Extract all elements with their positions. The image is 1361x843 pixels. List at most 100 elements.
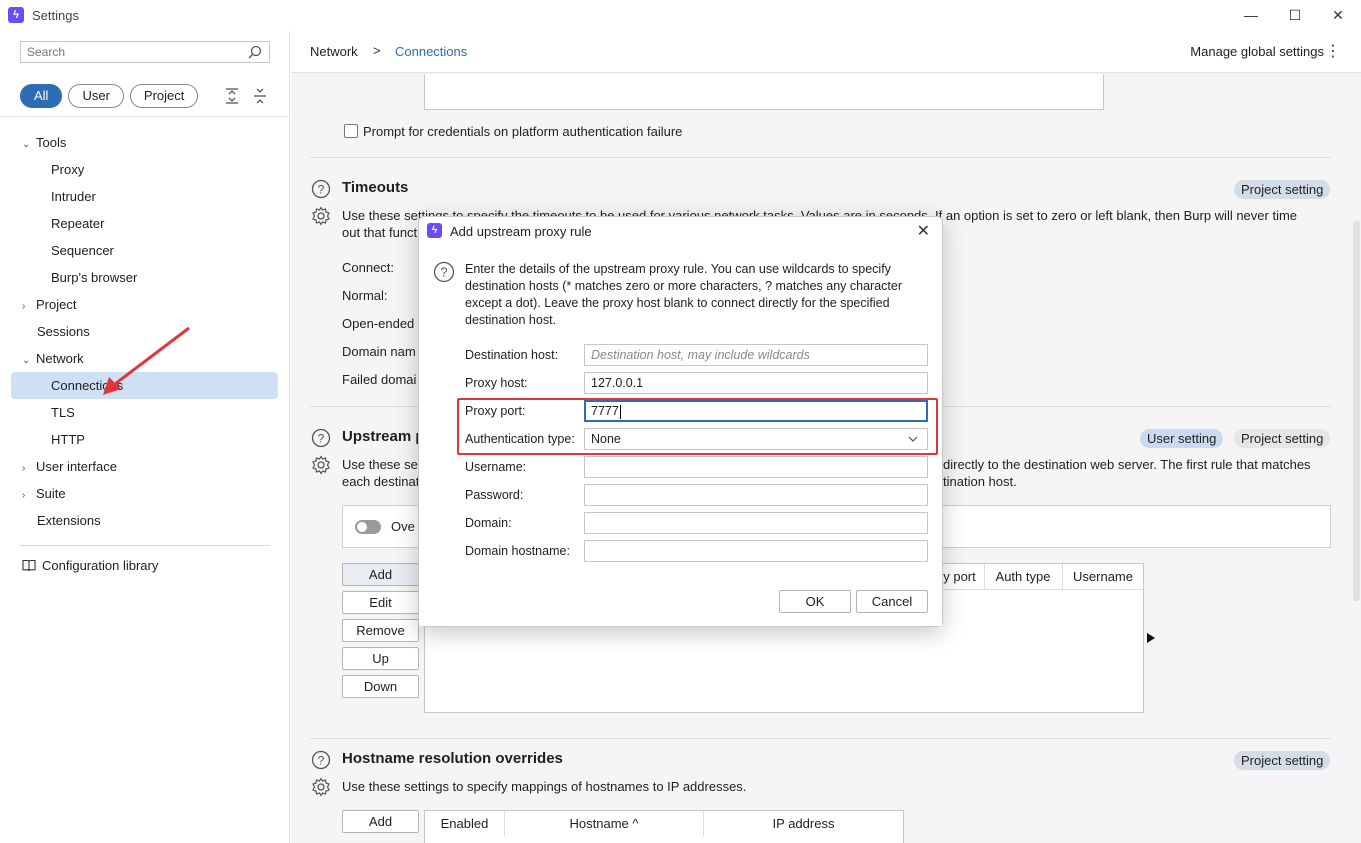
book-icon xyxy=(22,559,36,572)
override-toggle[interactable] xyxy=(355,520,381,534)
dialog-title-bar: ϟ Add upstream proxy rule ✕ xyxy=(419,217,942,245)
tree-item-extensions[interactable]: Extensions xyxy=(37,507,101,534)
filter-all-button[interactable]: All xyxy=(20,84,63,108)
dialog-close-button[interactable]: ✕ xyxy=(917,221,930,241)
upstream-description-left-1: Use these set xyxy=(342,457,422,472)
tree-item-tls[interactable]: TLS xyxy=(51,399,75,426)
tree-item-proxy[interactable]: Proxy xyxy=(51,156,84,183)
tree-item-burps-browser[interactable]: Burp's browser xyxy=(51,264,137,291)
upstream-description-left-2: each destinat xyxy=(342,474,420,489)
scope-filter-group: All User Project xyxy=(20,84,199,108)
section-divider xyxy=(310,738,1331,739)
table-header-enabled[interactable]: Enabled xyxy=(425,811,505,836)
domain-input[interactable] xyxy=(584,512,928,534)
table-header-hostname[interactable]: Hostname ^ xyxy=(505,811,704,836)
settings-sidebar: All User Project ⌄Tools Proxy Intruder R… xyxy=(0,31,290,843)
project-setting-badge: Project setting xyxy=(1234,180,1331,199)
tree-item-user-interface[interactable]: › User interface xyxy=(22,453,117,480)
help-icon[interactable]: ? xyxy=(311,428,331,448)
project-setting-badge: Project setting xyxy=(1234,429,1331,448)
vertical-scrollbar[interactable] xyxy=(1353,221,1360,601)
table-header-auth-type[interactable]: Auth type xyxy=(984,564,1063,589)
minimize-button[interactable]: — xyxy=(1236,4,1266,26)
collapse-all-icon[interactable] xyxy=(251,86,269,106)
timeouts-description-line2: out that funct xyxy=(342,225,418,240)
tree-item-repeater[interactable]: Repeater xyxy=(51,210,104,237)
upstream-up-button[interactable]: Up xyxy=(342,647,419,670)
destination-host-input[interactable]: Destination host, may include wildcards xyxy=(584,344,928,366)
project-setting-badge: Project setting xyxy=(1234,751,1331,770)
tree-item-tools[interactable]: ⌄ Tools xyxy=(22,129,66,156)
filter-project-button[interactable]: Project xyxy=(129,84,199,108)
table-header-username[interactable]: Username xyxy=(1063,564,1143,589)
upstream-proxy-title: Upstream p xyxy=(342,428,425,445)
upstream-remove-button[interactable]: Remove xyxy=(342,619,419,642)
authentication-type-select[interactable]: None xyxy=(584,428,928,450)
prompt-credentials-checkbox[interactable] xyxy=(344,124,358,138)
table-header-ip-address[interactable]: IP address xyxy=(704,811,903,836)
manage-global-settings-link[interactable]: Manage global settings xyxy=(1190,44,1324,59)
cancel-button[interactable]: Cancel xyxy=(856,590,928,613)
search-icon[interactable] xyxy=(247,44,263,60)
close-window-button[interactable]: ✕ xyxy=(1323,4,1353,26)
hostname-overrides-description: Use these settings to specify mappings o… xyxy=(342,779,747,794)
tree-item-intruder[interactable]: Intruder xyxy=(51,183,96,210)
user-setting-badge: User setting xyxy=(1140,429,1224,448)
gear-icon[interactable] xyxy=(311,206,331,226)
breadcrumb-connections: Connections xyxy=(395,44,468,59)
tree-item-suite[interactable]: › Suite xyxy=(22,480,66,507)
help-icon[interactable]: ? xyxy=(311,179,331,199)
username-input[interactable] xyxy=(584,456,928,478)
password-input[interactable] xyxy=(584,484,928,506)
upstream-edit-button[interactable]: Edit xyxy=(342,591,419,614)
hostname-overrides-table[interactable]: Enabled Hostname ^ IP address xyxy=(424,810,904,843)
title-bar: ϟ Settings — ☐ ✕ xyxy=(0,0,1361,31)
chevron-right-icon: › xyxy=(22,301,26,312)
more-options-icon[interactable]: ⋮ xyxy=(1325,41,1341,61)
svg-text:?: ? xyxy=(440,265,447,280)
search-input[interactable] xyxy=(21,42,241,62)
burp-app-icon: ϟ xyxy=(8,7,24,23)
red-annotation-arrow xyxy=(103,326,190,395)
upstream-description-right-1: directly to the destination web server. … xyxy=(943,457,1311,472)
add-upstream-proxy-rule-dialog: ϟ Add upstream proxy rule ✕ ? Enter the … xyxy=(418,216,943,627)
authentication-type-value: None xyxy=(591,432,621,446)
ok-button[interactable]: OK xyxy=(779,590,851,613)
text-area[interactable] xyxy=(424,74,1104,110)
help-icon[interactable]: ? xyxy=(311,750,331,770)
dialog-description: Enter the details of the upstream proxy … xyxy=(465,262,902,327)
filter-user-button[interactable]: User xyxy=(68,84,124,108)
hostname-add-button[interactable]: Add xyxy=(342,810,419,833)
svg-text:?: ? xyxy=(318,183,325,197)
sidebar-divider xyxy=(20,545,270,546)
domain-hostname-input[interactable] xyxy=(584,540,928,562)
tree-item-http[interactable]: HTTP xyxy=(51,426,85,453)
domain-hostname-label: Domain hostname: xyxy=(465,544,570,558)
section-divider xyxy=(310,157,1331,158)
gear-icon[interactable] xyxy=(311,777,331,797)
chevron-down-icon xyxy=(908,436,918,442)
hostname-overrides-title: Hostname resolution overrides xyxy=(342,750,563,767)
upstream-down-button[interactable]: Down xyxy=(342,675,419,698)
expand-all-icon[interactable] xyxy=(223,86,241,106)
upstream-description-right-2: tination host. xyxy=(943,474,1017,489)
timeout-failed-domain-label: Failed domai xyxy=(342,372,417,387)
proxy-host-input[interactable]: 127.0.0.1 xyxy=(584,372,928,394)
tree-item-sequencer[interactable]: Sequencer xyxy=(51,237,114,264)
chevron-down-icon: ⌄ xyxy=(22,355,31,366)
dialog-body: ? Enter the details of the upstream prox… xyxy=(419,245,942,626)
maximize-button[interactable]: ☐ xyxy=(1280,4,1310,26)
breadcrumb-network[interactable]: Network xyxy=(310,44,358,59)
override-label: Ove xyxy=(391,519,415,534)
tree-item-network[interactable]: ⌄ Network xyxy=(22,345,84,372)
chevron-right-icon: › xyxy=(22,490,26,501)
tree-item-project[interactable]: › Project xyxy=(22,291,76,318)
proxy-host-label: Proxy host: xyxy=(465,376,528,390)
gear-icon[interactable] xyxy=(311,455,331,475)
dialog-title: Add upstream proxy rule xyxy=(450,224,592,239)
search-field[interactable] xyxy=(20,41,270,63)
username-label: Username: xyxy=(465,460,527,474)
tree-item-sessions[interactable]: Sessions xyxy=(37,318,90,345)
configuration-library-link[interactable]: Configuration library xyxy=(22,558,158,573)
upstream-add-button[interactable]: Add xyxy=(342,563,419,586)
